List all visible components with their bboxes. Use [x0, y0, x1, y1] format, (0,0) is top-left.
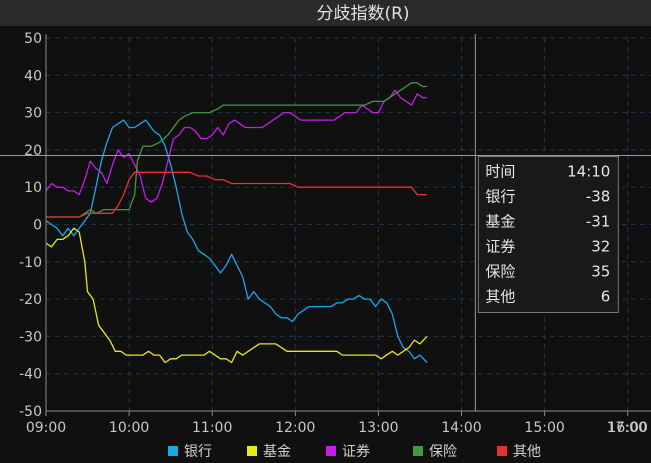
tooltip-row-label: 基金	[485, 212, 515, 230]
y-tick-label: 0	[33, 218, 42, 234]
legend-label: 基金	[263, 443, 291, 460]
tooltip-row-label: 银行	[485, 187, 515, 205]
legend-label: 银行	[184, 444, 212, 460]
y-tick-label: 20	[24, 143, 42, 159]
x-tick-label: 10:00	[109, 420, 149, 436]
legend-label: 保险	[429, 444, 457, 460]
legend-label: 其他	[513, 444, 541, 460]
y-tick-label: -50	[19, 404, 42, 420]
y-tick-label: -10	[19, 255, 42, 271]
y-tick-label: 10	[24, 180, 42, 196]
tooltip-row-label: 时间	[485, 162, 515, 180]
x-tick-label: 17:00	[607, 420, 647, 436]
tooltip-panel: 时间 14:10 银行 -38 基金 -31 证券 32 保险 35 其他 6	[477, 155, 619, 313]
y-tick-label: -30	[19, 329, 42, 345]
legend-swatch	[168, 446, 178, 456]
tooltip-row-value: 35	[591, 262, 610, 280]
tooltip-row-value: -38	[586, 187, 611, 205]
x-tick-label: 12:00	[275, 420, 315, 436]
x-tick-label: 14:00	[441, 420, 481, 436]
x-tick-label: 09:00	[26, 420, 66, 436]
tooltip-row-value: 6	[601, 287, 611, 305]
chart-root: 分歧指数(R) 50 40 30 20 10 0 -10 -20 -30 -40 -50 09:00 1…	[0, 0, 651, 463]
x-tick-label: 13:00	[358, 420, 398, 436]
chart-title: 分歧指数(R)	[316, 4, 409, 24]
tooltip-row-label: 证券	[485, 237, 515, 255]
y-tick-label: 30	[24, 106, 42, 122]
chart-svg[interactable]: 分歧指数(R) 50 40 30 20 10 0 -10 -20 -30 -40 -5009:00 1…	[0, 0, 651, 463]
y-tick-label: -40	[19, 367, 42, 383]
tooltip-row-value: 14:10	[567, 162, 610, 180]
tooltip-row-value: 32	[591, 237, 610, 255]
x-tick-label: 11:00	[192, 420, 232, 436]
x-tick-label: 15:00	[524, 420, 564, 436]
legend-swatch	[497, 446, 507, 456]
legend-swatch	[326, 446, 336, 456]
tooltip-row-label: 保险	[485, 262, 515, 280]
legend-label: 证券	[342, 444, 370, 460]
tooltip-row-value: -31	[586, 212, 611, 230]
y-tick-label: 40	[24, 68, 42, 84]
tooltip-row-label: 其他	[485, 287, 515, 305]
y-tick-label: 50	[24, 31, 42, 47]
y-tick-label: -20	[19, 292, 42, 308]
legend-swatch	[413, 446, 423, 456]
legend-swatch	[247, 446, 257, 456]
